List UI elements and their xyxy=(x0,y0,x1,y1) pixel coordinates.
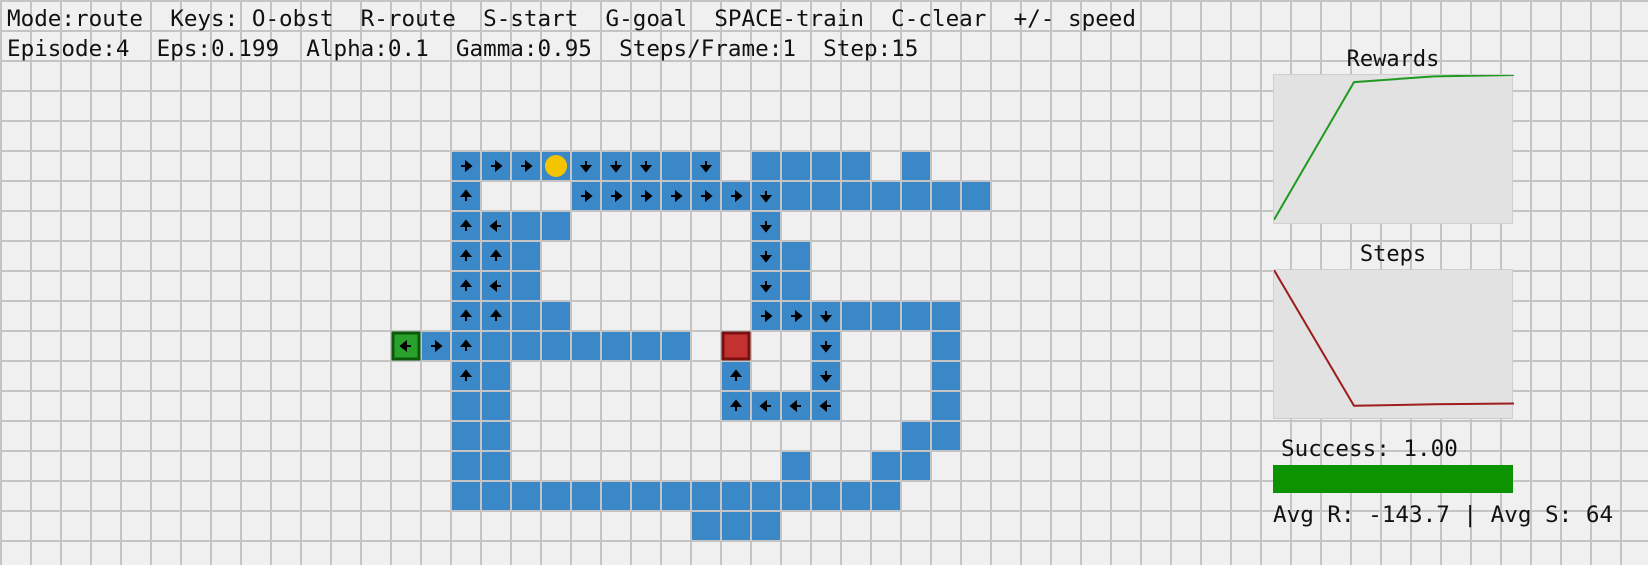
route-cell[interactable] xyxy=(452,422,480,450)
success-rate-bar-fill xyxy=(1273,465,1513,493)
route-cell[interactable] xyxy=(632,332,660,360)
route-cell[interactable] xyxy=(512,242,540,270)
route-cell[interactable] xyxy=(932,392,960,420)
route-cell[interactable] xyxy=(812,482,840,510)
route-cell[interactable] xyxy=(692,482,720,510)
route-cell[interactable] xyxy=(662,482,690,510)
route-cell[interactable] xyxy=(482,332,510,360)
route-cell[interactable] xyxy=(842,482,870,510)
route-cell[interactable] xyxy=(752,482,780,510)
route-cell[interactable] xyxy=(482,482,510,510)
averages-readout: Avg R: -143.7 | Avg S: 64 xyxy=(1273,502,1614,528)
route-cell[interactable] xyxy=(782,182,810,210)
route-cell[interactable] xyxy=(512,212,540,240)
route-cell[interactable] xyxy=(722,482,750,510)
route-cell[interactable] xyxy=(872,182,900,210)
route-cell[interactable] xyxy=(572,332,600,360)
route-cell[interactable] xyxy=(452,482,480,510)
route-cell[interactable] xyxy=(602,332,630,360)
route-cell[interactable] xyxy=(902,302,930,330)
route-cell[interactable] xyxy=(632,482,660,510)
route-cell[interactable] xyxy=(872,452,900,480)
route-cell[interactable] xyxy=(722,512,750,540)
route-cell[interactable] xyxy=(512,272,540,300)
route-cell[interactable] xyxy=(932,362,960,390)
training-status-line: Episode:4 Eps:0.199 Alpha:0.1 Gamma:0.95… xyxy=(7,36,919,62)
route-cell[interactable] xyxy=(782,152,810,180)
route-cell[interactable] xyxy=(572,482,600,510)
steps-chart xyxy=(1273,269,1514,419)
route-cell[interactable] xyxy=(512,302,540,330)
rewards-chart-title: Rewards xyxy=(1346,47,1440,72)
controls-status-line: Mode:route Keys: O-obst R-route S-start … xyxy=(7,6,1137,32)
route-cell[interactable] xyxy=(542,302,570,330)
route-cell[interactable] xyxy=(932,422,960,450)
route-cell[interactable] xyxy=(782,242,810,270)
route-cell[interactable] xyxy=(842,302,870,330)
route-cell[interactable] xyxy=(842,182,870,210)
goal-cell[interactable] xyxy=(721,331,751,361)
success-rate-label: Success: 1.00 xyxy=(1281,436,1458,462)
route-cell[interactable] xyxy=(902,182,930,210)
route-cell[interactable] xyxy=(482,452,510,480)
route-cell[interactable] xyxy=(932,302,960,330)
route-cell[interactable] xyxy=(752,512,780,540)
route-cell[interactable] xyxy=(542,212,570,240)
route-cell[interactable] xyxy=(872,482,900,510)
route-cell[interactable] xyxy=(902,422,930,450)
route-cell[interactable] xyxy=(452,392,480,420)
route-cell[interactable] xyxy=(542,482,570,510)
route-cell[interactable] xyxy=(872,302,900,330)
route-cell[interactable] xyxy=(902,152,930,180)
route-cell[interactable] xyxy=(662,332,690,360)
route-cell[interactable] xyxy=(662,152,690,180)
route-cell[interactable] xyxy=(692,512,720,540)
rewards-series-line xyxy=(1274,75,1514,221)
route-cell[interactable] xyxy=(752,152,780,180)
route-cell[interactable] xyxy=(932,332,960,360)
route-cell[interactable] xyxy=(932,182,960,210)
route-cell[interactable] xyxy=(512,332,540,360)
route-cell[interactable] xyxy=(812,182,840,210)
route-cell[interactable] xyxy=(812,152,840,180)
route-cell[interactable] xyxy=(482,422,510,450)
route-cell[interactable] xyxy=(842,152,870,180)
rewards-chart xyxy=(1273,74,1514,224)
route-cell[interactable] xyxy=(482,362,510,390)
route-cell[interactable] xyxy=(452,452,480,480)
steps-series-line xyxy=(1274,270,1514,407)
route-cell[interactable] xyxy=(542,332,570,360)
route-cell[interactable] xyxy=(482,392,510,420)
route-cell[interactable] xyxy=(962,182,990,210)
route-cell[interactable] xyxy=(512,482,540,510)
route-cell[interactable] xyxy=(782,272,810,300)
steps-chart-title: Steps xyxy=(1359,242,1427,267)
route-cell[interactable] xyxy=(782,452,810,480)
grid-world[interactable] xyxy=(0,0,1260,565)
route-cell[interactable] xyxy=(782,482,810,510)
route-cell[interactable] xyxy=(902,452,930,480)
success-rate-bar xyxy=(1273,465,1513,493)
route-cell[interactable] xyxy=(602,482,630,510)
agent-marker xyxy=(545,155,567,177)
